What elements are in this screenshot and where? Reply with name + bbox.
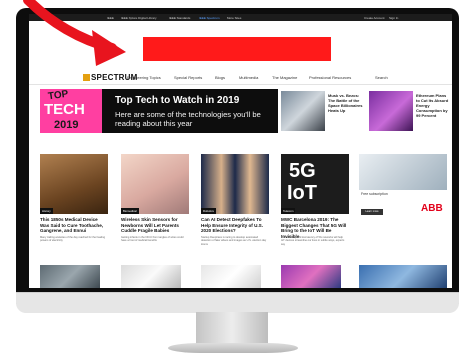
logo-mark-icon <box>83 74 90 81</box>
hero-thumb-word: TECH <box>44 101 85 118</box>
redaction-block <box>143 37 331 61</box>
topbar-link-ieee[interactable]: IEEE <box>107 16 114 20</box>
nav-multimedia[interactable]: Multimedia <box>239 75 258 80</box>
card-description: Startup Deeptrace is racing to develop a… <box>201 236 267 246</box>
card-thumbnail[interactable]: Biomedical <box>121 154 189 214</box>
card-title[interactable]: This 1850s Medical Device Was Said to Cu… <box>40 217 108 234</box>
topbar-link-spectrum[interactable]: IEEE Spectrum <box>199 16 220 20</box>
monitor-stand <box>196 312 268 346</box>
hero-subtitle: Here are some of the technologies you'll… <box>115 110 261 128</box>
topbar-link-standards[interactable]: IEEE Standards <box>169 16 190 20</box>
side-story-thumbnail[interactable] <box>281 91 325 131</box>
sign-in-link[interactable]: Sign In <box>389 16 398 20</box>
abb-logo[interactable]: ABB <box>421 203 443 214</box>
nav-professional-resources[interactable]: Professional Resources <box>309 75 351 80</box>
nav-blogs[interactable]: Blogs <box>215 75 225 80</box>
hero-thumbnail: TOP TECH 2019 <box>40 89 102 133</box>
card-tag: Biomedical <box>121 208 139 214</box>
card-tag: Telecom <box>281 208 296 214</box>
ad-image[interactable] <box>359 154 447 190</box>
monitor-stand-base <box>168 343 298 353</box>
nav-search[interactable]: Search <box>375 75 388 80</box>
topbar-link-more-sites[interactable]: More Sites <box>227 16 241 20</box>
card-description: Many trailing anxieties of the day reach… <box>40 236 106 243</box>
side-story-title[interactable]: Musk vs. Bezos: The Battle of the Space … <box>328 93 364 113</box>
card-image-caption: 5G <box>289 160 316 182</box>
card-description: Getting infants in the NICU from tangles… <box>121 236 184 243</box>
nav-the-magazine[interactable]: The Magazine <box>272 75 297 80</box>
card-tag: History <box>40 208 53 214</box>
screen: IEEE IEEE Xplore Digital Library IEEE St… <box>29 14 452 288</box>
card-thumbnail[interactable] <box>359 265 447 288</box>
hero-title[interactable]: Top Tech to Watch in 2019 <box>115 95 239 106</box>
topbar-link-xplore[interactable]: IEEE Xplore Digital Library <box>121 16 157 20</box>
ad-text: Free subscription <box>361 192 388 196</box>
card-title[interactable]: Can AI Detect Deepfakes To Help Ensure I… <box>201 217 269 234</box>
card-thumbnail[interactable] <box>281 265 341 288</box>
side-story-title[interactable]: Ethereum Plans to Cut Its Absurd Energy … <box>416 93 450 118</box>
card-description: The reliability and low latency of 5G ne… <box>281 236 345 246</box>
hero-story[interactable]: TOP TECH 2019 Top Tech to Watch in 2019 … <box>40 89 278 133</box>
card-thumbnail[interactable] <box>121 265 181 288</box>
create-account-link[interactable]: Create Account <box>364 16 385 20</box>
card-image-caption: IoT <box>287 182 317 204</box>
card-thumbnail[interactable]: 5G IoT Telecom <box>281 154 349 214</box>
side-story-thumbnail[interactable] <box>369 91 413 131</box>
card-tag: Robotics <box>201 208 216 214</box>
nav-engineering-topics[interactable]: Engineering Topics <box>127 75 161 80</box>
nav-special-reports[interactable]: Special Reports <box>174 75 202 80</box>
card-thumbnail[interactable] <box>40 265 100 288</box>
monitor-chin <box>16 292 459 313</box>
main-nav: SPECTRUM Engineering Topics Special Repo… <box>29 70 452 85</box>
ad-button[interactable]: Learn more <box>361 209 383 215</box>
card-title[interactable]: Wireless Skin Sensors for Newborns Will … <box>121 217 189 234</box>
card-thumbnail[interactable]: History <box>40 154 108 214</box>
card-thumbnail[interactable]: Robotics <box>201 154 269 214</box>
card-thumbnail[interactable] <box>201 265 261 288</box>
utility-bar: IEEE IEEE Xplore Digital Library IEEE St… <box>29 14 452 21</box>
hero-thumb-word: 2019 <box>54 119 79 131</box>
